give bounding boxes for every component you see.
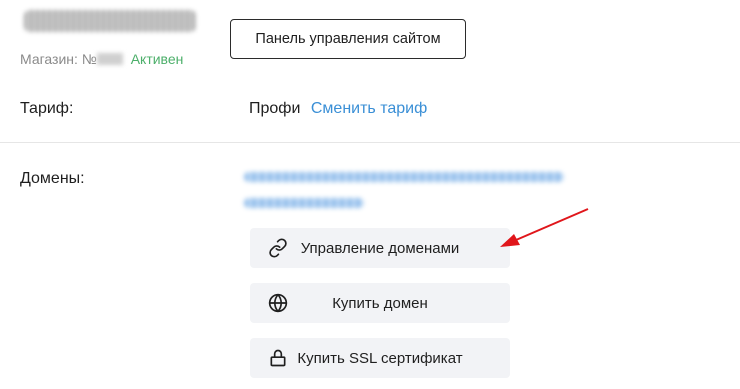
link-icon	[268, 238, 288, 258]
buy-ssl-button[interactable]: Купить SSL сертификат	[250, 338, 510, 378]
tariff-label: Тариф:	[20, 100, 74, 117]
site-control-panel-button[interactable]: Панель управления сайтом	[230, 19, 466, 59]
manage-domains-label: Управление доменами	[300, 239, 460, 257]
tariff-value: Профи	[249, 100, 301, 117]
tariff-row: Профи Сменить тариф	[249, 100, 427, 118]
store-status: Активен	[130, 51, 184, 67]
change-tariff-link[interactable]: Сменить тариф	[311, 100, 427, 117]
buy-ssl-label: Купить SSL сертификат	[297, 349, 463, 367]
redacted-store-number	[96, 53, 123, 65]
redacted-domain-list-2	[244, 198, 364, 208]
globe-icon	[268, 293, 288, 313]
manage-domains-button[interactable]: Управление доменами	[250, 228, 510, 268]
lock-icon	[268, 348, 288, 368]
store-number-label: Магазин: №	[20, 51, 97, 67]
buy-domain-button[interactable]: Купить домен	[250, 283, 510, 323]
buy-domain-label: Купить домен	[332, 294, 428, 312]
redacted-store-name	[24, 10, 196, 32]
store-number-line: Магазин: № Активен	[20, 51, 183, 67]
redacted-domain-list	[244, 172, 564, 182]
domains-label: Домены:	[20, 170, 85, 187]
section-divider	[0, 142, 740, 143]
